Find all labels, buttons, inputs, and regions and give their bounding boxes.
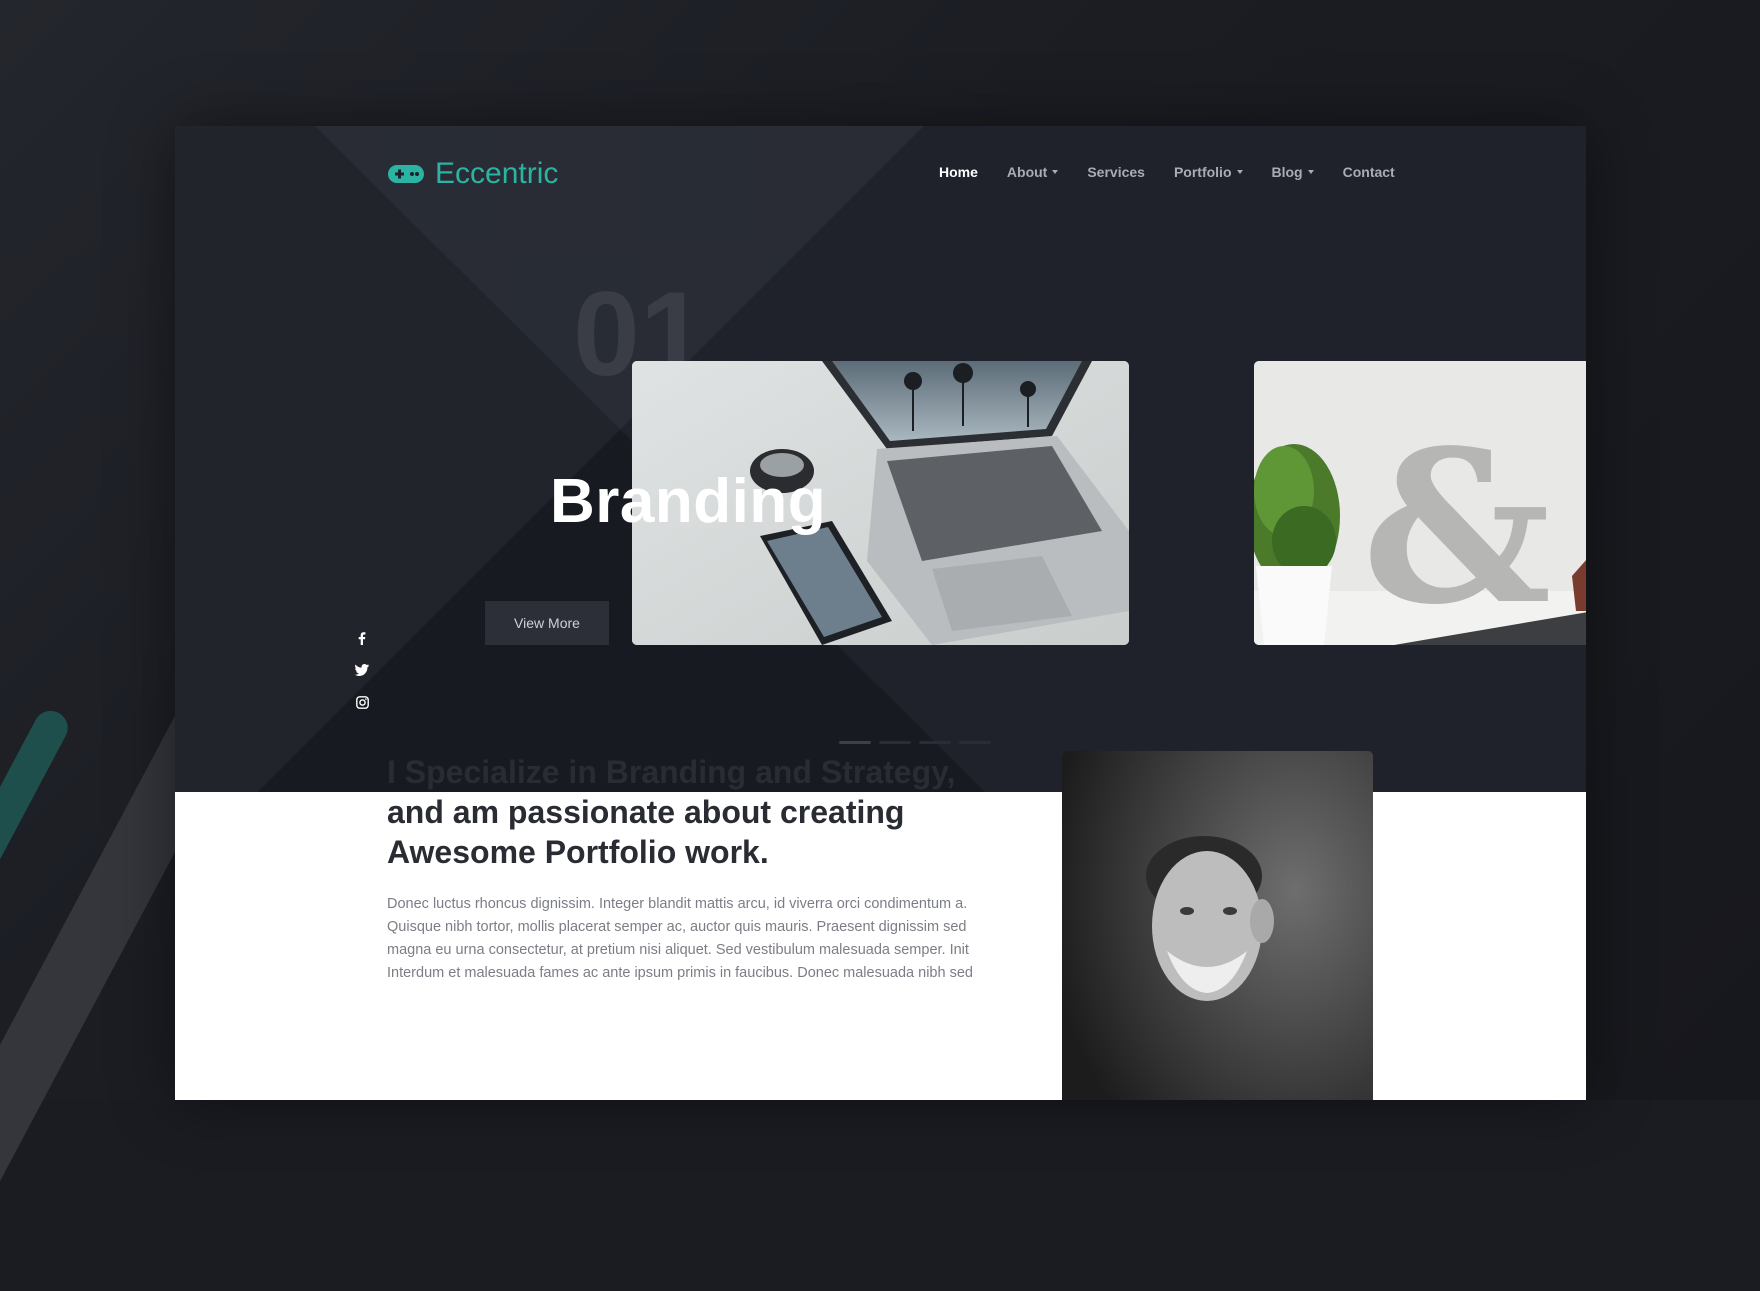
slide-image-ampersand[interactable]: & (1254, 361, 1586, 645)
slider-dot[interactable] (879, 741, 911, 744)
chevron-down-icon (1236, 170, 1243, 174)
brand-name: Eccentric (435, 157, 559, 190)
website-mockup: Eccentric Home About Services Portfolio … (175, 126, 1586, 1100)
main-nav: Home About Services Portfolio Blog Conta… (939, 162, 1424, 182)
social-links (355, 631, 369, 709)
nav-home[interactable]: Home (939, 162, 978, 182)
chevron-down-icon (1307, 170, 1314, 174)
slider-dot[interactable] (839, 741, 871, 744)
nav-about-label: About (1006, 164, 1048, 180)
nav-portfolio[interactable]: Portfolio (1174, 162, 1243, 182)
chevron-down-icon (1052, 170, 1059, 174)
twitter-icon[interactable] (355, 663, 369, 677)
slider-pagination (839, 741, 991, 744)
hero-section: Eccentric Home About Services Portfolio … (175, 126, 1586, 792)
nav-blog-label: Blog (1271, 164, 1303, 180)
portrait-photo (1062, 751, 1373, 1100)
nav-portfolio-label: Portfolio (1173, 164, 1232, 180)
view-more-button[interactable]: View More (485, 601, 609, 645)
slide-title: Branding (550, 467, 827, 536)
portrait-image (1062, 751, 1373, 1100)
gamepad-icon (388, 165, 424, 183)
nav-contact[interactable]: Contact (1343, 162, 1395, 182)
nav-about[interactable]: About (1006, 162, 1059, 182)
about-title: I Specialize in Branding and Strategy, a… (387, 754, 956, 870)
nav-blog[interactable]: Blog (1272, 162, 1314, 182)
brand-logo[interactable]: Eccentric (387, 154, 558, 194)
about-text: Donec luctus rhoncus dignissim. Integer … (387, 896, 973, 981)
ampersand-photo: & (1254, 361, 1586, 645)
nav-services-label: Services (1087, 164, 1145, 180)
instagram-icon[interactable] (355, 695, 369, 709)
nav-contact-label: Contact (1342, 164, 1395, 180)
slider-dot[interactable] (959, 741, 991, 744)
svg-text:&: & (1362, 404, 1552, 645)
nav-home-label: Home (939, 164, 978, 180)
facebook-icon[interactable] (355, 631, 369, 645)
nav-services[interactable]: Services (1087, 162, 1145, 182)
slider-dot[interactable] (919, 741, 951, 744)
